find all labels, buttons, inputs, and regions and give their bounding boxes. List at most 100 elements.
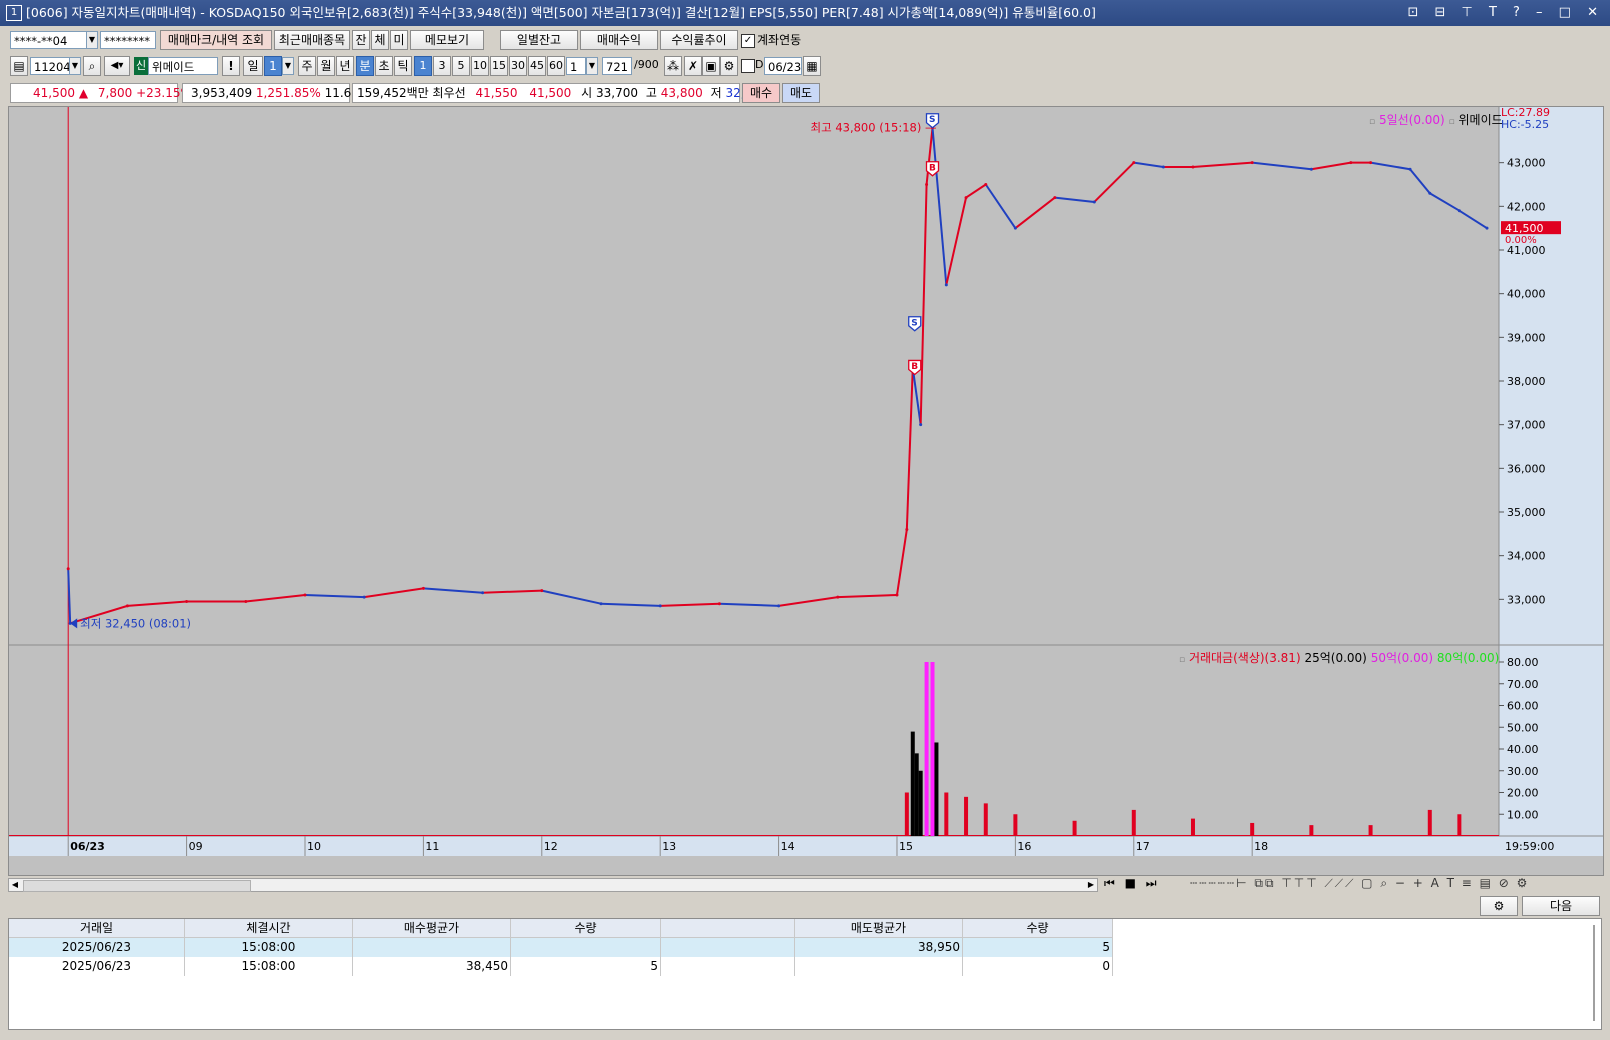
interval-button-3[interactable]: 3 xyxy=(433,56,451,76)
table-header[interactable]: 거래일 xyxy=(9,919,185,938)
tab-jan[interactable]: 잔 xyxy=(352,30,370,50)
account-link-checkbox[interactable]: ✓ xyxy=(741,34,755,48)
period-day[interactable]: 일 xyxy=(243,56,263,76)
price-segment xyxy=(1252,161,1312,171)
scroll-right-icon[interactable]: ▶ xyxy=(1085,879,1097,891)
code-dropdown-icon[interactable]: ▼ xyxy=(69,57,81,75)
table-header[interactable]: 수량 xyxy=(511,919,661,938)
period-week[interactable]: 주 xyxy=(298,56,316,76)
return-trend-button[interactable]: 수익률추이 xyxy=(660,30,738,50)
playback-controls[interactable]: ⏮ ■ ⏭ xyxy=(1104,876,1160,891)
volume-pct: 1,251.85% xyxy=(255,86,321,100)
best-buy: 41,500 xyxy=(529,86,572,100)
trade-profit-button[interactable]: 매매수익 xyxy=(580,30,658,50)
interval-select[interactable]: 1 xyxy=(566,57,586,75)
price-segment xyxy=(965,183,987,199)
legend-stock-name: 위메이드 xyxy=(1458,113,1503,127)
volume-legend-main: 거래대금(색상)(3.81) xyxy=(1188,651,1301,665)
interval-button-60[interactable]: 60 xyxy=(547,56,565,76)
daily-balance-button[interactable]: 일별잔고 xyxy=(500,30,578,50)
password-field[interactable]: ******** xyxy=(100,31,156,49)
y-tick-label: 33,000 xyxy=(1507,593,1546,606)
price-point xyxy=(836,595,840,599)
table-header[interactable]: 매도평균가 xyxy=(795,919,963,938)
scroll-thumb[interactable] xyxy=(23,880,251,892)
y-tick-label: 37,000 xyxy=(1507,419,1546,432)
price-point xyxy=(905,527,909,531)
table-header[interactable]: 체결시간 xyxy=(185,919,353,938)
volume-y-tick-label: 70.00 xyxy=(1507,678,1539,691)
horizontal-scrollbar[interactable]: ◀ ▶ xyxy=(8,878,1098,892)
table-row[interactable]: 2025/06/23 15:08:00 38,450 5 0 xyxy=(9,957,1113,976)
date-input[interactable]: 06/23 xyxy=(764,57,802,75)
volume-bar xyxy=(1131,809,1136,836)
sell-button[interactable]: 매도 xyxy=(782,83,820,103)
table-row[interactable]: 2025/06/23 15:08:00 38,950 5 xyxy=(9,938,1113,957)
save-icon[interactable]: ▣ xyxy=(702,56,720,76)
table-header[interactable] xyxy=(661,919,795,938)
y-tick-label: 39,000 xyxy=(1507,331,1546,344)
volume-legend-50: 50억(0.00) xyxy=(1370,651,1434,665)
period-second[interactable]: 초 xyxy=(375,56,393,76)
period-value[interactable]: 1 xyxy=(264,56,282,76)
scroll-left-icon[interactable]: ◀ xyxy=(9,879,21,891)
interval-button-1[interactable]: 1 xyxy=(414,56,432,76)
trade-amount: 159,452백만 xyxy=(357,86,429,100)
table-header[interactable]: 수량 xyxy=(963,919,1113,938)
interval-button-10[interactable]: 10 xyxy=(471,56,489,76)
interval-dropdown-icon[interactable]: ▼ xyxy=(586,57,598,75)
period-tick[interactable]: 틱 xyxy=(394,56,412,76)
period-year[interactable]: 년 xyxy=(336,56,354,76)
settings-icon[interactable]: ⚙ xyxy=(720,56,738,76)
date-checkbox[interactable] xyxy=(741,59,755,73)
account-select[interactable]: ****-**04 xyxy=(10,31,88,49)
sound-icon[interactable]: ◀▾ xyxy=(104,56,130,76)
x-tick-label: 09 xyxy=(189,840,203,853)
table-cell xyxy=(661,938,795,957)
trade-mark-button[interactable]: 매매마크/내역 조회 xyxy=(160,30,272,50)
calendar-icon[interactable]: ▦ xyxy=(803,56,821,76)
buy-button[interactable]: 매수 xyxy=(742,83,780,103)
price-change: 7,800 xyxy=(97,86,133,100)
chart-area[interactable]: 43,000 42,000 41,000 40,000 39,000 38,000 37,0… xyxy=(8,106,1604,876)
legend-square-icon: ▫ xyxy=(1448,117,1455,127)
period-month[interactable]: 월 xyxy=(317,56,335,76)
period-minute[interactable]: 분 xyxy=(356,56,374,76)
period-dropdown-icon[interactable]: ▼ xyxy=(282,57,294,75)
table-scrollbar[interactable] xyxy=(1593,925,1595,1021)
tab-mi[interactable]: 미 xyxy=(390,30,408,50)
price-point xyxy=(540,589,544,593)
quote-price-box: 41,500 ▲ 7,800 +23.15% xyxy=(10,83,192,103)
window-title: [0606] 자동일지차트(매매내역) - KOSDAQ150 외국인보유[2,… xyxy=(26,5,1096,20)
recent-trade-button[interactable]: 최근매매종목 xyxy=(274,30,350,50)
price-point xyxy=(1053,196,1057,200)
interval-button-30[interactable]: 30 xyxy=(509,56,527,76)
interval-button-45[interactable]: 45 xyxy=(528,56,546,76)
search-icon[interactable]: ⌕ xyxy=(83,56,101,76)
interval-button-5[interactable]: 5 xyxy=(452,56,470,76)
tab-che[interactable]: 체 xyxy=(371,30,389,50)
alert-button[interactable]: ! xyxy=(222,56,240,76)
stock-name-field[interactable]: 위메이드 xyxy=(148,57,218,75)
account-dropdown-icon[interactable]: ▼ xyxy=(86,31,98,49)
interval-button-15[interactable]: 15 xyxy=(490,56,508,76)
window-controls[interactable]: ⊡ ⊟ ⊤ T ? – □ ✕ xyxy=(1407,0,1604,26)
remove-indicator-icon[interactable]: ✗ xyxy=(684,56,702,76)
table-header[interactable]: 매수평균가 xyxy=(353,919,511,938)
hc-label: HC:-5.25 xyxy=(1501,118,1550,131)
next-button[interactable]: 다음 xyxy=(1522,896,1600,916)
add-indicator-icon[interactable]: ⁂ xyxy=(664,56,682,76)
volume-bar xyxy=(1457,814,1462,836)
memo-button[interactable]: 메모보기 xyxy=(410,30,484,50)
table-cell: 2025/06/23 xyxy=(9,938,185,957)
layout-icon[interactable]: ▤ xyxy=(10,56,28,76)
price-segment xyxy=(600,602,661,607)
stock-code-input[interactable]: 112040 xyxy=(30,57,78,75)
drawing-tools[interactable]: ┄┄┄┄┄⊢ ⧉⧉ ⊤⊤⊤ ⟋⟋⟋ ▢ ⌕ − + A T ≡ ▤ ⊘ ⚙ xyxy=(1190,876,1600,891)
price-segment xyxy=(945,197,968,286)
grid-settings-icon[interactable]: ⚙ xyxy=(1480,896,1518,916)
open-label: 시 xyxy=(581,86,593,100)
y-tick-label: 38,000 xyxy=(1507,375,1546,388)
count-input[interactable]: 721 xyxy=(602,57,632,75)
trade-marker-label: B xyxy=(929,163,936,173)
